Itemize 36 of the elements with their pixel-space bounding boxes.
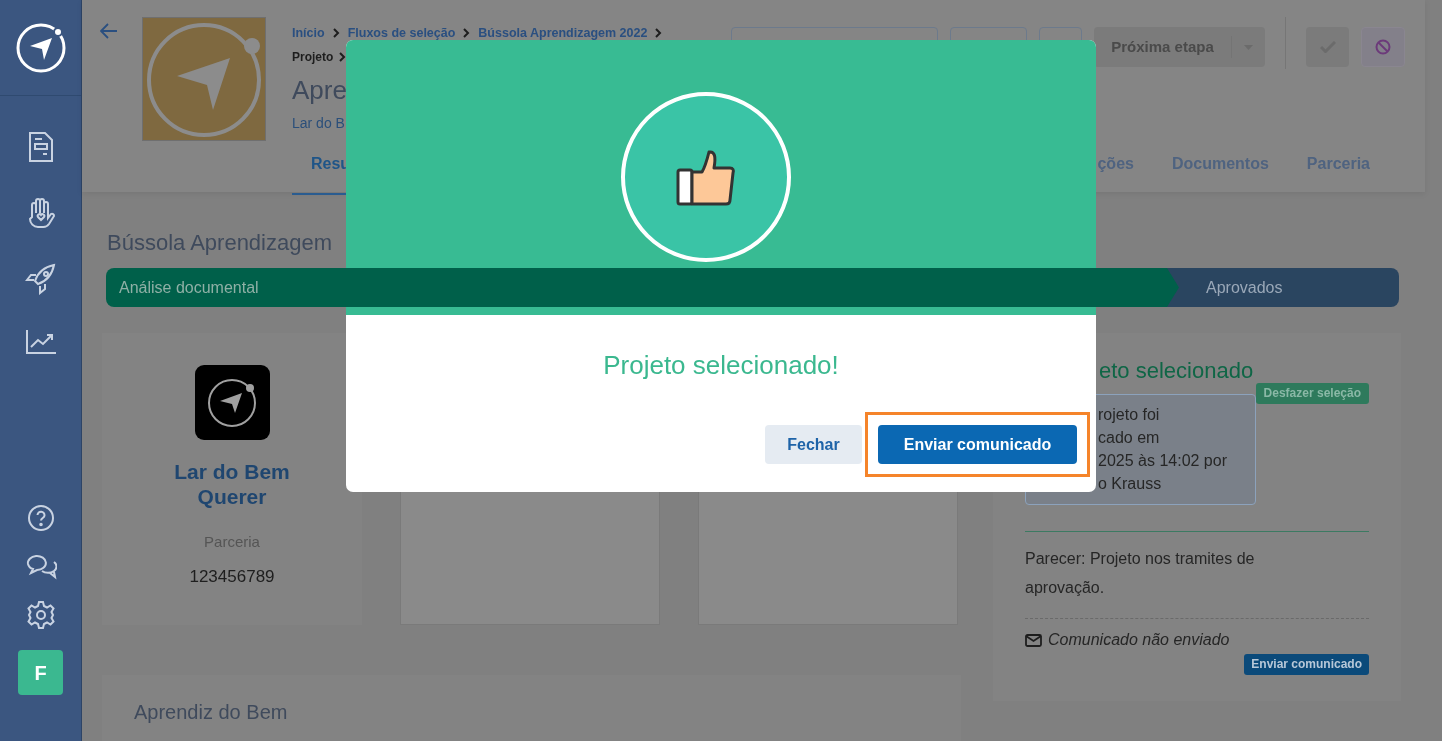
breadcrumb-current: Projeto <box>292 49 334 66</box>
chevron-icon <box>655 28 663 38</box>
thumbs-up-icon <box>676 148 736 206</box>
chevron-icon <box>463 28 471 38</box>
ban-icon <box>1375 39 1391 55</box>
app-logo-icon[interactable] <box>14 21 67 74</box>
send-notice-badge[interactable]: Enviar comunicado <box>1244 654 1369 675</box>
modal-message: Projeto selecionado! <box>602 349 840 382</box>
envelope-icon <box>1025 633 1042 647</box>
chart-icon[interactable] <box>24 329 57 355</box>
opinion-text: Parecer: Projeto nos tramites de aprovação. <box>1025 549 1256 598</box>
close-button[interactable]: Fechar <box>765 425 862 464</box>
settings-icon[interactable] <box>25 600 56 630</box>
chevron-icon <box>339 52 347 62</box>
document-icon[interactable] <box>27 131 54 163</box>
notice-text: Comunicado não enviado <box>1048 630 1230 650</box>
compass-logo-icon <box>206 376 258 429</box>
user-avatar[interactable]: F <box>18 650 63 695</box>
card-title: Aprendiz do Bem <box>134 700 289 725</box>
rocket-icon[interactable] <box>24 263 57 295</box>
chevron-icon <box>332 28 340 38</box>
field-value: 123456789 <box>189 565 275 588</box>
organization-name: Lar do Bem Querer <box>173 459 291 509</box>
status-title: eto selecionado <box>1098 357 1255 385</box>
chat-icon[interactable] <box>24 552 57 580</box>
undo-selection-badge[interactable]: Desfazer seleção <box>1255 383 1369 404</box>
breadcrumb-link[interactable]: Fluxos de seleção <box>347 23 456 43</box>
project-title: Apre <box>292 74 348 107</box>
send-notice-button[interactable]: Enviar comunicado <box>878 425 1077 464</box>
section-title: Bússola Aprendizagem <box>107 230 334 256</box>
project-subtitle: Lar do B <box>292 114 346 133</box>
help-icon[interactable] <box>26 504 55 532</box>
breadcrumb-link[interactable]: Início <box>292 23 325 43</box>
step-done: Análise documental <box>106 268 1179 307</box>
breadcrumb-link[interactable]: Bússola Aprendizagem 2022 <box>478 23 648 43</box>
step-pending: Aprovados <box>1167 268 1399 307</box>
